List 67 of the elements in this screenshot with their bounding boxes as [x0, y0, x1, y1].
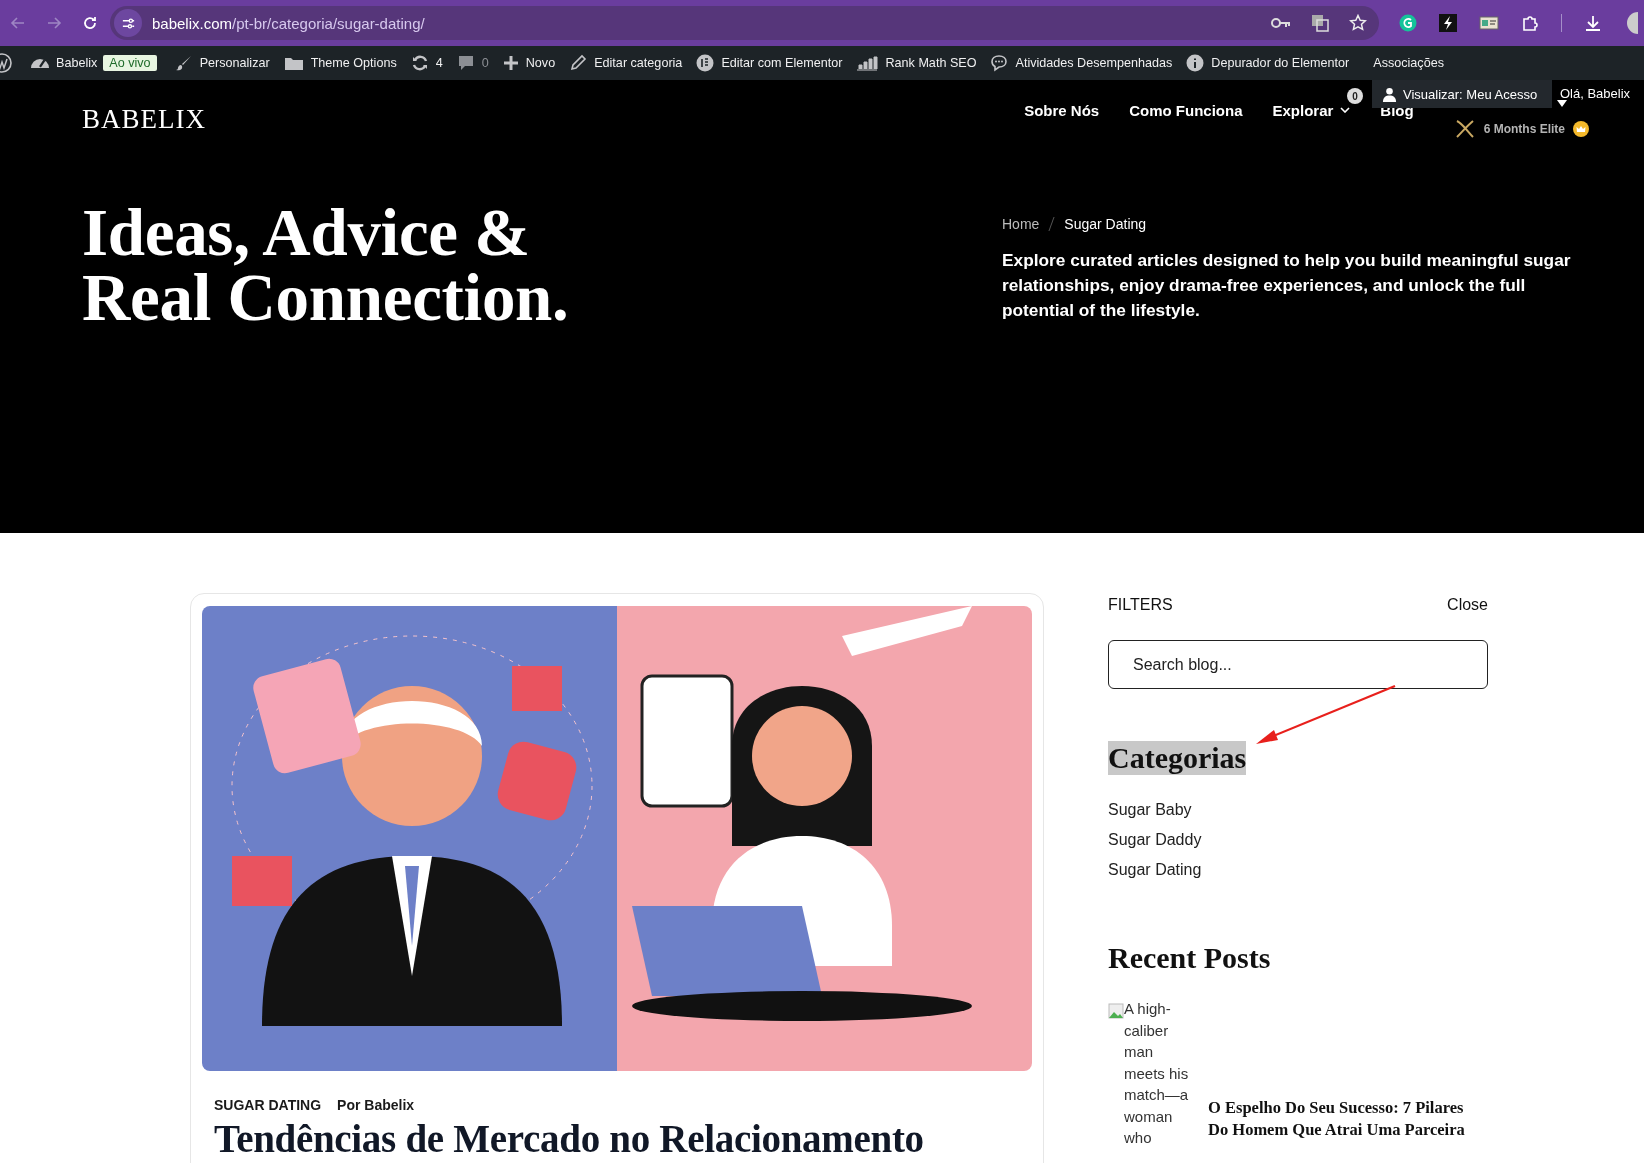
- recent-posts-heading: Recent Posts: [1108, 941, 1271, 975]
- admin-menu-item[interactable]: Theme Options: [310, 56, 397, 70]
- author-label: Por Babelix: [337, 1097, 415, 1113]
- comment-icon: [456, 54, 475, 72]
- breadcrumb-link[interactable]: Home: [1002, 216, 1040, 232]
- admin-menu-item[interactable]: Editar com Elementor: [721, 56, 843, 70]
- post-card[interactable]: SUGAR DATING Por Babelix Tendências de Mercado no Relacionamento: [190, 593, 1044, 1163]
- brush-icon: [174, 54, 193, 72]
- address-bar[interactable]: babelix.com/pt-br/categoria/sugar-dating/: [110, 6, 1379, 40]
- admin-menu-item[interactable]: 0: [481, 56, 489, 70]
- gauge-icon: [31, 58, 49, 68]
- profile-avatar-icon[interactable]: [1624, 12, 1638, 34]
- url-text: babelix.com/pt-br/categoria/sugar-dating/: [152, 14, 425, 32]
- chat-icon: [990, 54, 1009, 72]
- image-alt-text: A high-caliber man meets his match—a woman who: [1124, 999, 1190, 1148]
- cart-count-badge: 0: [1347, 88, 1363, 104]
- nav-link[interactable]: Como Funciona: [1129, 101, 1243, 119]
- category-tag[interactable]: SUGAR DATING: [214, 1097, 322, 1113]
- categories-heading: Categorias: [1108, 741, 1247, 775]
- live-badge: Ao vivo: [103, 55, 157, 71]
- recent-post-title[interactable]: O Espelho Do Seu Sucesso: 7 Pilares Do Homem Que Atrai Uma Parceira: [1208, 1097, 1476, 1141]
- search-field[interactable]: Search blog...: [1108, 640, 1488, 689]
- admin-menu-item[interactable]: Babelix: [56, 56, 98, 70]
- site-settings-icon[interactable]: [114, 9, 142, 37]
- admin-menu-item[interactable]: Atividades Desempenhadas: [1015, 56, 1173, 70]
- category-link[interactable]: Sugar Baby: [1108, 801, 1192, 819]
- hero-description: Explore curated articles designed to help you build meaningful sugar relationships, enjoy drama-free experiences, and unlock the full potential of the lifestyle.: [1002, 249, 1572, 322]
- broken-image-icon: [1108, 1003, 1124, 1019]
- crown-icon: [1573, 121, 1589, 137]
- chevron-down-icon: [1340, 107, 1351, 113]
- user-icon: [1382, 86, 1397, 102]
- category-link[interactable]: Sugar Dating: [1108, 861, 1202, 879]
- info-icon: [1186, 54, 1205, 72]
- admin-menu-item[interactable]: Associações: [1373, 56, 1444, 70]
- category-link[interactable]: Sugar Daddy: [1108, 831, 1202, 849]
- key-icon[interactable]: [1271, 17, 1291, 29]
- account-menu[interactable]: Visualizar: Meu Acesso: [1372, 80, 1552, 108]
- admin-menu-item[interactable]: Rank Math SEO: [885, 56, 977, 70]
- reload-icon[interactable]: [82, 15, 98, 31]
- download-icon[interactable]: [1584, 14, 1602, 32]
- nav-link[interactable]: Sobre Nós: [1024, 101, 1100, 119]
- puzzle-icon[interactable]: [1521, 14, 1539, 32]
- admin-menu-item[interactable]: 4: [435, 56, 443, 70]
- star-icon[interactable]: [1349, 14, 1367, 32]
- admin-menu-item[interactable]: Depurador do Elementor: [1211, 56, 1350, 70]
- refresh-icon: [410, 54, 429, 72]
- translate-icon[interactable]: [1311, 14, 1329, 32]
- folder-icon: [283, 55, 304, 71]
- membership-label: 6 Months Elite: [1483, 122, 1565, 136]
- greeting-link[interactable]: Olá, Babelix: [1560, 86, 1631, 101]
- pencil-icon: [569, 54, 588, 72]
- elementor-icon: [696, 54, 715, 72]
- admin-menu-item[interactable]: Novo: [525, 56, 556, 70]
- card-extension-icon[interactable]: [1479, 15, 1499, 31]
- admin-menu-item[interactable]: Editar categoria: [594, 56, 683, 70]
- hero-title: Ideas, Advice & Real Connection.: [82, 200, 570, 330]
- post-title[interactable]: Tendências de Mercado no Relacionamento: [214, 1119, 924, 1159]
- nav-link[interactable]: Explorar: [1272, 101, 1351, 119]
- admin-menu-item[interactable]: Personalizar: [199, 56, 270, 70]
- caret-icon: [1556, 98, 1568, 108]
- chart-icon: [856, 55, 879, 71]
- grammar-extension-icon[interactable]: [1399, 14, 1417, 32]
- close-link[interactable]: Close: [1447, 596, 1488, 614]
- lightning-extension-icon[interactable]: [1439, 14, 1457, 32]
- site-logo[interactable]: BABELIX: [82, 103, 206, 135]
- filters-label: FILTERS: [1108, 596, 1173, 614]
- plus-icon: [502, 55, 519, 71]
